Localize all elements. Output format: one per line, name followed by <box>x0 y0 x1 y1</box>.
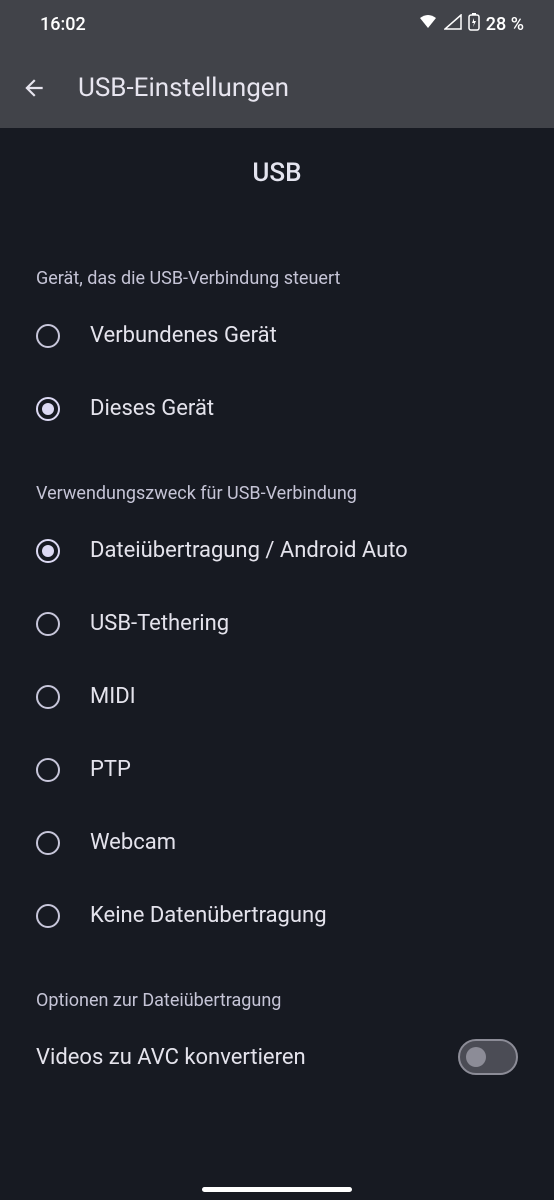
wifi-icon <box>418 14 438 35</box>
radio-label: Dieses Gerät <box>90 396 214 421</box>
radio-label: MIDI <box>90 684 136 709</box>
switch-label: Videos zu AVC konvertieren <box>36 1045 306 1070</box>
radio-icon <box>36 612 60 636</box>
battery-icon <box>468 13 480 36</box>
radio-no-data[interactable]: Keine Datenübertragung <box>0 879 554 952</box>
arrow-back-icon <box>21 75 47 101</box>
radio-label: Keine Datenübertragung <box>90 903 327 928</box>
radio-icon <box>36 397 60 421</box>
switch-toggle[interactable] <box>458 1039 518 1075</box>
status-bar: 16:02 28 % <box>0 0 554 48</box>
radio-label: Webcam <box>90 830 176 855</box>
section-usb-control: Gerät, das die USB-Verbindung steuert Ve… <box>0 238 554 453</box>
radio-icon <box>36 324 60 348</box>
section-usb-usage: Verwendungszweck für USB-Verbindung Date… <box>0 453 554 960</box>
radio-midi[interactable]: MIDI <box>0 660 554 733</box>
back-button[interactable] <box>20 74 48 102</box>
radio-icon <box>36 685 60 709</box>
section-header-control: Gerät, das die USB-Verbindung steuert <box>0 256 554 299</box>
battery-percent: 28 % <box>486 14 524 35</box>
status-time: 16:02 <box>40 14 86 35</box>
page-title: USB-Einstellungen <box>78 73 289 103</box>
radio-label: PTP <box>90 757 131 782</box>
radio-webcam[interactable]: Webcam <box>0 806 554 879</box>
section-header-usage: Verwendungszweck für USB-Verbindung <box>0 471 554 514</box>
app-bar: USB-Einstellungen <box>0 48 554 128</box>
nav-bar-indicator[interactable] <box>202 1187 352 1192</box>
radio-connected-device[interactable]: Verbundenes Gerät <box>0 299 554 372</box>
status-right: 28 % <box>418 13 524 36</box>
section-file-options: Optionen zur Dateiübertragung Videos zu … <box>0 960 554 1083</box>
radio-label: Verbundenes Gerät <box>90 323 277 348</box>
signal-icon <box>444 14 462 35</box>
section-header-file-options: Optionen zur Dateiübertragung <box>0 978 554 1021</box>
radio-icon <box>36 831 60 855</box>
usb-heading: USB <box>0 128 554 228</box>
radio-file-transfer[interactable]: Dateiübertragung / Android Auto <box>0 514 554 587</box>
radio-label: USB-Tethering <box>90 611 229 636</box>
radio-label: Dateiübertragung / Android Auto <box>90 538 408 563</box>
switch-row-convert-avc[interactable]: Videos zu AVC konvertieren <box>0 1021 554 1075</box>
radio-icon <box>36 904 60 928</box>
radio-icon <box>36 539 60 563</box>
switch-thumb <box>466 1047 486 1067</box>
radio-usb-tethering[interactable]: USB-Tethering <box>0 587 554 660</box>
radio-ptp[interactable]: PTP <box>0 733 554 806</box>
radio-icon <box>36 758 60 782</box>
radio-this-device[interactable]: Dieses Gerät <box>0 372 554 445</box>
